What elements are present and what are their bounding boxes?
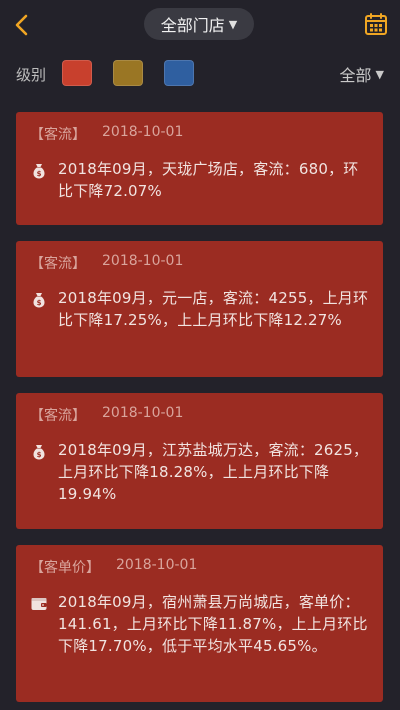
chevron-left-icon — [15, 14, 28, 36]
store-selector-label: 全部门店 — [160, 16, 225, 35]
back-button[interactable] — [8, 10, 36, 40]
card-body: $ 2018年09月，江苏盐城万达，客流：2625，上月环比下降18.28%，上… — [30, 439, 369, 505]
store-selector[interactable]: 全部门店 ▼ — [144, 8, 254, 40]
card-header: 【客单价】 2018-10-01 — [30, 557, 369, 577]
money-bag-icon: $ — [33, 293, 45, 308]
level-swatch-gold[interactable] — [113, 60, 143, 86]
card-date: 2018-10-01 — [102, 124, 184, 140]
card-date: 2018-10-01 — [116, 557, 198, 573]
alert-card[interactable]: 【客流】 2018-10-01 $ 2018年09月，江苏盐城万达，客流：262… — [16, 393, 383, 529]
money-bag-icon: $ — [33, 445, 45, 460]
level-swatch-blue[interactable] — [164, 60, 194, 86]
card-tag: 【客流】 — [30, 408, 86, 424]
card-body: $ 2018年09月，元一店，客流：4255，上月环比下降17.25%，上上月环… — [30, 287, 369, 331]
alert-card[interactable]: 【客流】 2018-10-01 $ 2018年09月，元一店，客流：4255，上… — [16, 241, 383, 377]
card-body: $ 2018年09月，天珑广场店，客流：680，环比下降72.07% — [30, 158, 369, 202]
card-tag: 【客单价】 — [30, 560, 100, 576]
filter-bar: 级别 全部 ▼ — [0, 56, 400, 92]
level-label: 级别 — [16, 66, 47, 84]
caret-down-icon: ▼ — [228, 17, 238, 31]
calendar-button[interactable] — [364, 12, 388, 36]
svg-text:$: $ — [37, 170, 42, 178]
card-message: 2018年09月，元一店，客流：4255，上月环比下降17.25%，上上月环比下… — [58, 289, 369, 329]
all-filter-label: 全部 — [339, 66, 372, 85]
svg-text:$: $ — [37, 299, 42, 307]
wallet-icon — [31, 598, 47, 610]
card-date: 2018-10-01 — [102, 405, 184, 421]
all-filter-dropdown[interactable]: 全部 ▼ — [340, 62, 384, 86]
alert-card[interactable]: 【客流】 2018-10-01 $ 2018年09月，天珑广场店，客流：680，… — [16, 112, 383, 225]
calendar-icon — [365, 13, 387, 35]
card-tag: 【客流】 — [30, 256, 86, 272]
card-tag: 【客流】 — [30, 127, 86, 143]
card-message: 2018年09月，江苏盐城万达，客流：2625，上月环比下降18.28%，上上月… — [58, 441, 369, 503]
card-header: 【客流】 2018-10-01 — [30, 253, 369, 273]
card-body: 2018年09月，宿州萧县万尚城店，客单价：141.61，上月环比下降11.87… — [30, 591, 369, 657]
money-bag-icon: $ — [33, 164, 45, 179]
card-message: 2018年09月，宿州萧县万尚城店，客单价：141.61，上月环比下降11.87… — [58, 593, 368, 655]
alert-card[interactable]: 【客单价】 2018-10-01 2018年09月，宿州萧县万尚城店，客单价：1… — [16, 545, 383, 702]
svg-text:$: $ — [37, 451, 42, 459]
card-date: 2018-10-01 — [102, 253, 184, 269]
top-bar: 全部门店 ▼ — [0, 0, 400, 50]
level-swatch-red[interactable] — [62, 60, 92, 86]
caret-down-icon: ▼ — [375, 67, 384, 81]
card-header: 【客流】 2018-10-01 — [30, 405, 369, 425]
card-header: 【客流】 2018-10-01 — [30, 124, 369, 144]
card-message: 2018年09月，天珑广场店，客流：680，环比下降72.07% — [58, 160, 359, 200]
